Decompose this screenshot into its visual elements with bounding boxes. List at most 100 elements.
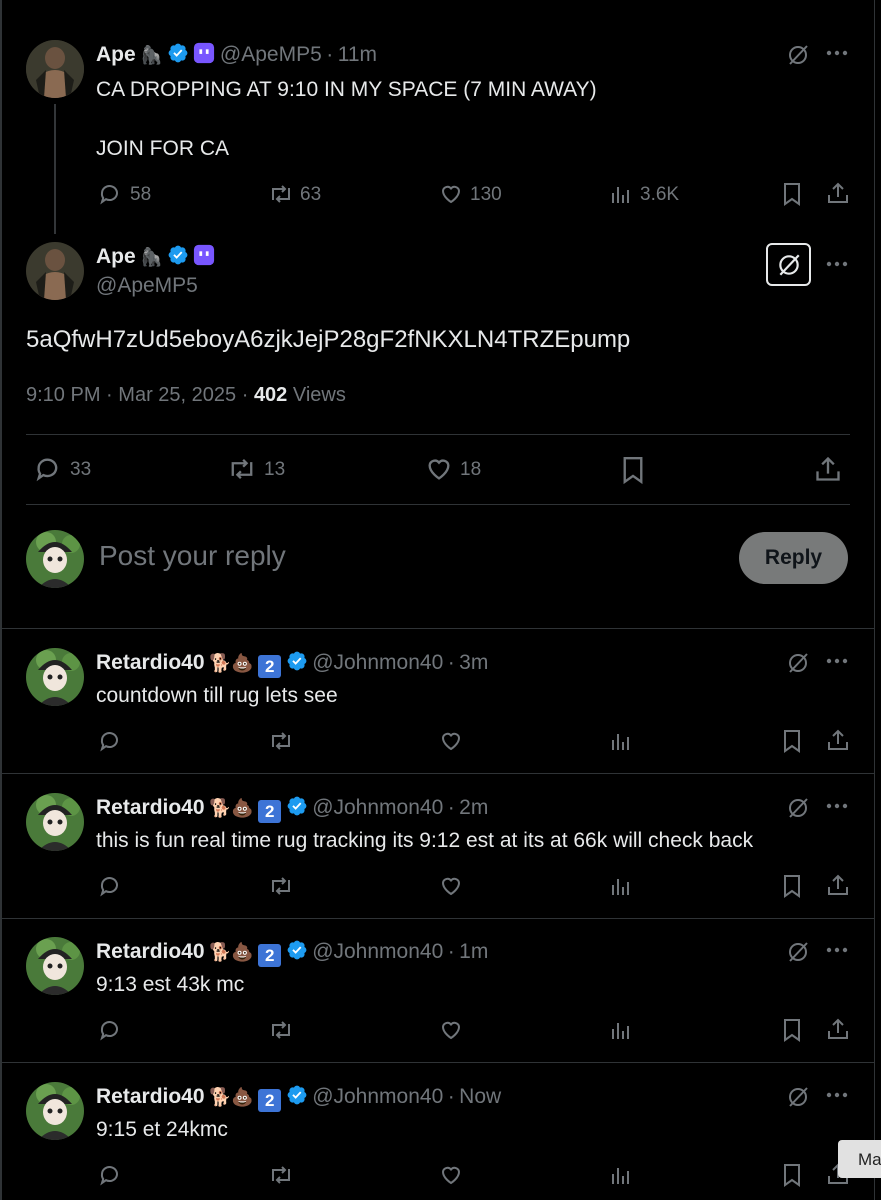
tweet-date[interactable]: Mar 25, 2025 <box>118 384 236 406</box>
display-name[interactable]: Ape <box>96 43 136 66</box>
more-icon[interactable] <box>826 658 848 664</box>
timestamp[interactable]: 1m <box>459 940 488 963</box>
views-count: 3.6K <box>640 184 680 205</box>
grok-icon[interactable] <box>786 940 810 964</box>
display-name[interactable]: Retardio40 <box>96 651 205 674</box>
grok-icon <box>778 254 800 275</box>
reply-icon[interactable] <box>98 874 122 898</box>
repost-icon[interactable] <box>268 729 294 753</box>
display-name[interactable]: Ape <box>96 245 136 268</box>
views-icon[interactable] <box>610 1164 632 1186</box>
more-icon[interactable] <box>826 1092 848 1098</box>
share-icon[interactable] <box>826 1017 850 1041</box>
toast: Ma <box>838 1140 881 1178</box>
avatar[interactable] <box>26 937 84 995</box>
subscriber-badge-icon <box>194 244 215 266</box>
emoji-badges: 🦍 <box>140 45 163 65</box>
handle[interactable]: @Johnmon40 <box>312 940 443 963</box>
verified-badge-icon[interactable] <box>286 939 308 961</box>
reply-input[interactable]: Post your reply <box>99 540 286 572</box>
repost-icon[interactable] <box>268 874 294 898</box>
handle[interactable]: @Johnmon40 <box>312 796 443 819</box>
avatar[interactable] <box>26 793 84 851</box>
more-icon[interactable] <box>826 947 848 953</box>
bookmark-icon[interactable] <box>781 874 803 898</box>
reply-icon[interactable] <box>98 182 122 206</box>
number-badge: 2 <box>258 1089 282 1112</box>
like-icon[interactable] <box>439 729 463 753</box>
repost-icon[interactable] <box>227 455 257 483</box>
more-icon[interactable] <box>826 803 848 809</box>
handle[interactable]: @ApeMP5 <box>220 43 322 66</box>
handle[interactable]: @Johnmon40 <box>312 1085 443 1108</box>
timestamp[interactable]: 3m <box>459 651 488 674</box>
repost-icon[interactable] <box>268 1163 294 1187</box>
toast-text: Ma <box>858 1150 881 1169</box>
avatar[interactable] <box>26 40 84 98</box>
bookmark-icon[interactable] <box>620 455 646 485</box>
frame-border-right <box>874 0 875 1200</box>
avatar[interactable] <box>26 1082 84 1140</box>
verified-badge-icon[interactable] <box>167 244 189 266</box>
verified-badge-icon[interactable] <box>167 42 189 64</box>
verified-badge-icon[interactable] <box>286 650 308 672</box>
display-name[interactable]: Retardio40 <box>96 796 205 819</box>
like-icon[interactable] <box>425 455 453 483</box>
like-icon[interactable] <box>439 874 463 898</box>
bookmark-icon[interactable] <box>781 1163 803 1187</box>
bookmark-icon[interactable] <box>781 729 803 753</box>
grok-icon[interactable] <box>786 651 810 675</box>
number-badge: 2 <box>258 655 282 678</box>
share-icon[interactable] <box>826 873 850 897</box>
tweet-text: countdown till rug lets see <box>96 684 338 707</box>
grok-button[interactable] <box>766 243 811 286</box>
current-user-avatar[interactable] <box>26 530 84 588</box>
grok-icon[interactable] <box>786 43 810 67</box>
share-icon[interactable] <box>826 181 850 205</box>
views-icon[interactable] <box>610 730 632 752</box>
bookmark-icon[interactable] <box>781 1018 803 1042</box>
reply-icon[interactable] <box>98 1163 122 1187</box>
handle[interactable]: @ApeMP5 <box>96 274 198 298</box>
like-icon[interactable] <box>439 1163 463 1187</box>
grok-icon[interactable] <box>786 1085 810 1109</box>
bookmark-icon[interactable] <box>781 182 803 206</box>
repost-icon[interactable] <box>268 182 294 206</box>
views-icon[interactable] <box>610 183 632 205</box>
like-icon[interactable] <box>439 182 463 206</box>
tweet-header: Ape 🦍 @ApeMP5 · 11m <box>96 42 377 67</box>
separator: · <box>447 651 455 674</box>
repost-count: 13 <box>264 459 286 480</box>
separator: · <box>447 796 455 819</box>
verified-badge-icon[interactable] <box>286 1084 308 1106</box>
reply-button[interactable]: Reply <box>739 532 848 584</box>
views-icon[interactable] <box>610 1019 632 1041</box>
more-icon[interactable] <box>826 261 848 267</box>
handle[interactable]: @Johnmon40 <box>312 651 443 674</box>
views-icon[interactable] <box>610 875 632 897</box>
reply-icon[interactable] <box>34 455 62 483</box>
reply-icon[interactable] <box>98 729 122 753</box>
emoji-badges: 🐕💩 <box>209 798 254 818</box>
share-icon[interactable] <box>826 728 850 752</box>
thread-line <box>54 104 56 234</box>
views-count: 402 <box>253 384 288 406</box>
grok-icon[interactable] <box>786 796 810 820</box>
like-icon[interactable] <box>439 1018 463 1042</box>
display-name[interactable]: Retardio40 <box>96 940 205 963</box>
timestamp[interactable]: Now <box>459 1085 501 1108</box>
display-name[interactable]: Retardio40 <box>96 1085 205 1108</box>
tweet-header: Retardio40 🐕💩 2 @Johnmon40 · 1m <box>96 939 488 967</box>
share-icon[interactable] <box>814 455 842 483</box>
tweet-text: 5aQfwH7zUd5eboyA6zjkJejP28gF2fNKXLN4TRZE… <box>26 326 631 353</box>
timestamp[interactable]: 2m <box>459 796 488 819</box>
avatar[interactable] <box>26 648 84 706</box>
more-icon[interactable] <box>826 50 848 56</box>
avatar[interactable] <box>26 242 84 300</box>
repost-icon[interactable] <box>268 1018 294 1042</box>
verified-badge-icon[interactable] <box>286 795 308 817</box>
repost-count: 63 <box>300 184 322 205</box>
timestamp[interactable]: 11m <box>338 43 377 66</box>
tweet-time[interactable]: 9:10 PM <box>26 384 100 406</box>
reply-icon[interactable] <box>98 1018 122 1042</box>
